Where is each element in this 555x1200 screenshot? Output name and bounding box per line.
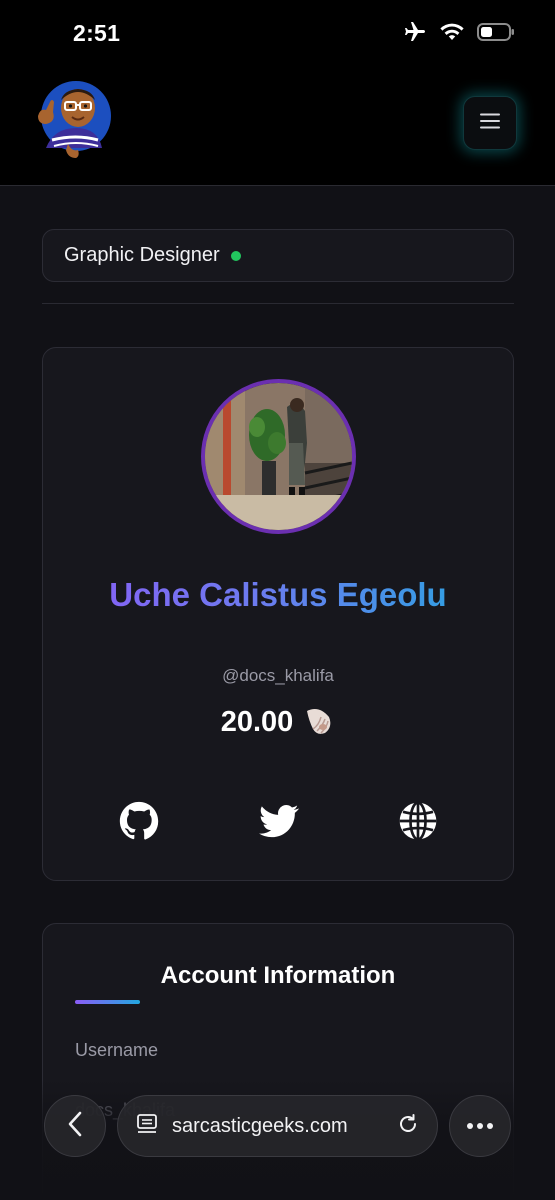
divider [42,303,514,304]
seashell-icon [301,703,335,742]
back-button[interactable] [44,1095,106,1157]
airplane-icon [403,20,427,44]
website-link[interactable] [398,801,438,841]
title-underline [75,1000,140,1004]
username-label: Username [75,1040,159,1060]
menu-button[interactable] [463,96,517,150]
status-bar: 2:51 [0,0,555,62]
online-status-dot [230,251,241,261]
profile-card: Uche Calistus Egeolu @docs_khalifa 20.00 [42,347,514,881]
more-button[interactable] [449,1095,511,1157]
github-link[interactable] [119,801,159,841]
status-icons [403,20,515,44]
twitter-icon [259,805,299,845]
reload-icon[interactable] [397,1113,419,1140]
profile-photo [201,379,356,534]
hamburger-menu-icon [479,112,501,135]
profile-name: Uche Calistus Egeolu [43,576,513,614]
more-icon [466,1117,494,1135]
chevron-left-icon [68,1111,82,1142]
site-header [0,62,555,186]
role-badge: Graphic Designer [42,229,514,282]
balance-value: 20.00 [220,706,294,738]
globe-icon [398,801,438,845]
role-label: Graphic Designer [64,244,220,266]
twitter-link[interactable] [259,801,299,841]
status-time: 2:51 [73,20,121,46]
github-icon [119,801,159,845]
balance-row: 20.00 [43,703,513,742]
reader-icon[interactable] [136,1113,158,1140]
url-text: sarcasticgeeks.com [172,1114,348,1137]
url-bar[interactable]: sarcasticgeeks.com [117,1095,438,1157]
cartoon-avatar-icon[interactable] [32,78,112,158]
account-info-title: Account Information [160,962,396,989]
wifi-icon [439,22,465,42]
battery-icon [477,22,515,42]
profile-handle: @docs_khalifa [222,666,334,685]
